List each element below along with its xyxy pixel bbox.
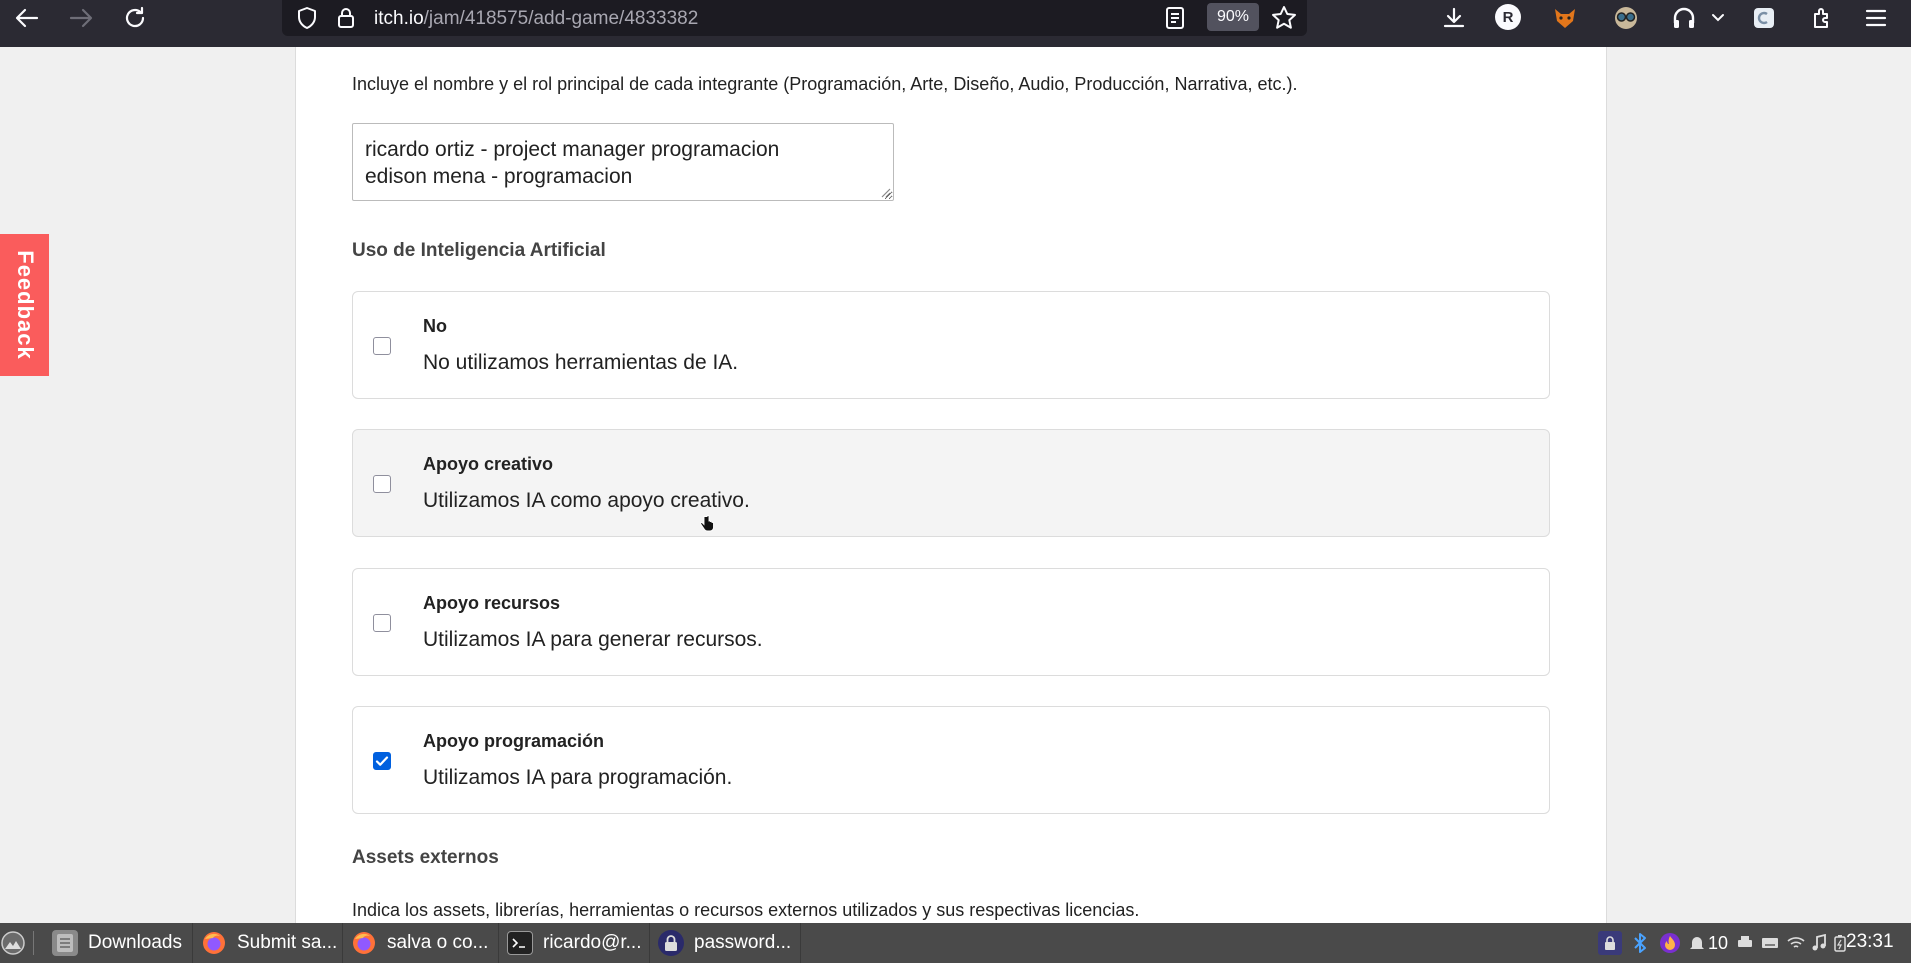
firefox-icon: [351, 930, 377, 956]
ai-option-desc: Utilizamos IA para generar recursos.: [423, 628, 763, 651]
task-password-manager[interactable]: password...: [650, 923, 801, 963]
external-assets-hint: Indica los assets, librerías, herramient…: [352, 900, 1140, 920]
task-firefox-submit[interactable]: Submit sa...: [193, 923, 343, 963]
ai-option-desc: No utilizamos herramientas de IA.: [423, 351, 739, 374]
printer-icon[interactable]: [1736, 931, 1754, 955]
resize-grip-icon[interactable]: [881, 188, 891, 198]
url-text[interactable]: itch.io/jam/418575/add-game/4833382: [374, 8, 698, 30]
back-arrow-icon[interactable]: [12, 6, 42, 30]
team-line-1: ricardo ortiz - project manager programa…: [365, 138, 780, 161]
system-tray: 10: [1598, 923, 1852, 963]
notification-bell-icon[interactable]: [1688, 931, 1706, 955]
hand-cursor-icon: [700, 515, 714, 532]
system-clock[interactable]: 23:31: [1846, 931, 1894, 953]
forward-arrow-icon[interactable]: [66, 6, 96, 30]
chevron-down-icon[interactable]: [1708, 8, 1728, 28]
extensions-puzzle-icon[interactable]: [1808, 4, 1836, 32]
task-downloads[interactable]: Downloads: [44, 923, 193, 963]
ai-option-programming[interactable]: Apoyo programación Utilizamos IA para pr…: [352, 706, 1550, 814]
task-label: Submit sa...: [237, 932, 338, 953]
team-members-hint: Incluye el nombre y el rol principal de …: [352, 74, 1298, 94]
task-firefox-salva[interactable]: salva o co...: [343, 923, 499, 963]
ai-option-creative-checkbox[interactable]: [373, 475, 391, 493]
goggles-extension-icon[interactable]: [1612, 4, 1640, 32]
feedback-label: Feedback: [12, 250, 38, 360]
url-host: itch.io: [374, 8, 424, 29]
task-label: password...: [694, 932, 792, 953]
keyring-tray-icon[interactable]: [1598, 931, 1622, 955]
ai-option-no-checkbox[interactable]: [373, 337, 391, 355]
start-menu-icon[interactable]: [0, 930, 26, 956]
task-label: Downloads: [88, 932, 182, 953]
browser-toolbar: itch.io/jam/418575/add-game/4833382 90% …: [0, 0, 1911, 47]
ai-option-creative[interactable]: Apoyo creativo Utilizamos IA como apoyo …: [352, 429, 1550, 537]
team-members-textarea[interactable]: ricardo ortiz - project manager programa…: [352, 123, 894, 201]
music-note-icon[interactable]: [1810, 931, 1828, 955]
ai-option-no[interactable]: No No utilizamos herramientas de IA.: [352, 291, 1550, 399]
terminal-icon: [507, 931, 533, 955]
page-viewport: Incluye el nombre y el rol principal de …: [0, 47, 1911, 923]
bookmark-star-icon[interactable]: [1270, 4, 1298, 32]
ai-option-resources[interactable]: Apoyo recursos Utilizamos IA para genera…: [352, 568, 1550, 676]
wifi-icon[interactable]: [1786, 931, 1806, 955]
system-taskbar: Downloads Submit sa... salva o co... ric…: [0, 923, 1911, 963]
reader-view-icon[interactable]: [1162, 4, 1188, 32]
task-label: salva o co...: [387, 932, 489, 953]
url-path: /jam/418575/add-game/4833382: [423, 8, 699, 29]
ai-option-desc: Utilizamos IA para programación.: [423, 766, 733, 789]
ai-option-programming-checkbox[interactable]: [373, 752, 391, 770]
ai-option-resources-checkbox[interactable]: [373, 614, 391, 632]
tracking-shield-icon[interactable]: [293, 4, 321, 32]
external-assets-label: Assets externos: [352, 847, 499, 868]
task-terminal[interactable]: ricardo@r...: [499, 923, 650, 963]
headphones-extension-icon[interactable]: [1670, 4, 1698, 32]
ai-option-title: Apoyo recursos: [423, 593, 561, 613]
task-label: ricardo@r...: [543, 932, 642, 953]
profile-avatar[interactable]: R: [1495, 4, 1521, 30]
keyboard-icon[interactable]: [1760, 931, 1780, 955]
file-manager-icon: [52, 930, 78, 956]
firefox-icon: [201, 930, 227, 956]
fox-extension-icon[interactable]: [1551, 4, 1579, 32]
password-lock-icon: [658, 930, 684, 956]
url-bar[interactable]: itch.io/jam/418575/add-game/4833382 90%: [282, 0, 1307, 36]
checkmark-icon: [375, 756, 389, 766]
ai-option-title: Apoyo creativo: [423, 454, 554, 474]
padlock-icon[interactable]: [334, 4, 358, 32]
team-line-2: edison mena - programacion: [365, 165, 633, 188]
bluetooth-icon[interactable]: [1630, 931, 1650, 955]
ai-option-title: No: [423, 316, 447, 336]
ai-option-desc: Utilizamos IA como apoyo creativo.: [423, 489, 750, 512]
notification-count: 10: [1708, 932, 1729, 953]
reload-icon[interactable]: [121, 4, 149, 32]
ai-option-title: Apoyo programación: [423, 731, 605, 751]
zoom-level-badge[interactable]: 90%: [1207, 3, 1259, 31]
flame-tray-icon[interactable]: [1658, 931, 1682, 955]
hamburger-menu-icon[interactable]: [1862, 4, 1890, 32]
feedback-tab[interactable]: Feedback: [0, 234, 49, 376]
ai-usage-label: Uso de Inteligencia Artificial: [352, 240, 606, 261]
submission-form: Incluye el nombre y el rol principal de …: [295, 47, 1607, 923]
downloads-icon[interactable]: [1440, 4, 1468, 32]
page-extension-icon[interactable]: [1750, 4, 1778, 32]
